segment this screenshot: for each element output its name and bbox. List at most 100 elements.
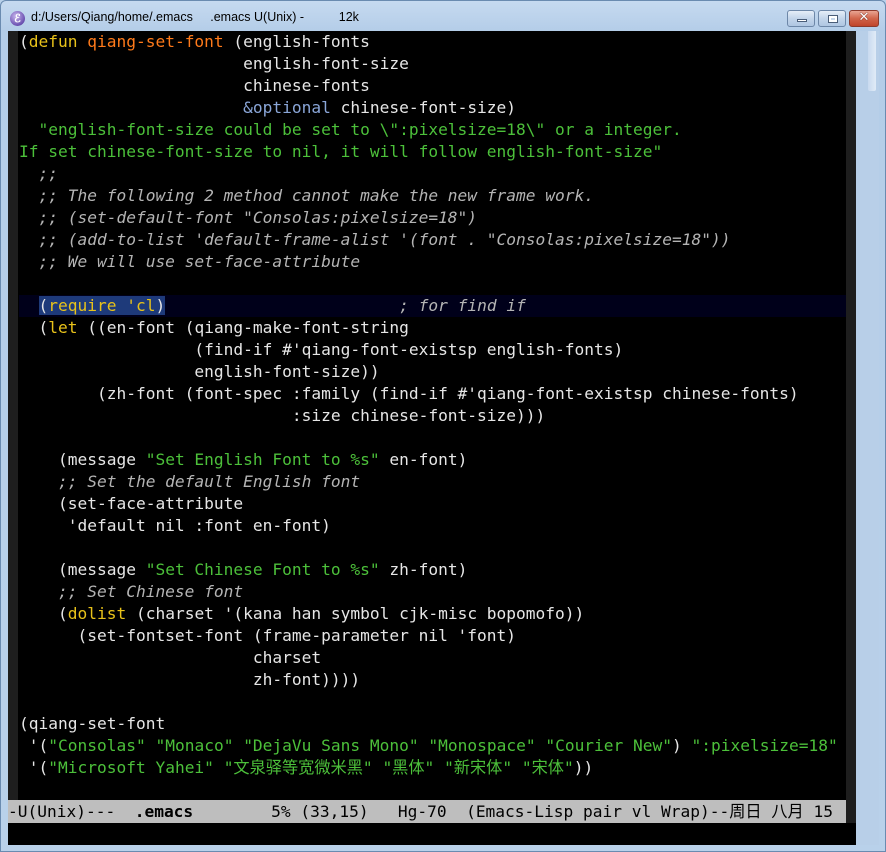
code-token: ;; We will use set-face-attribute <box>19 252 361 271</box>
title-buffer: .emacs U(Unix) - <box>210 10 305 24</box>
code-token: ((en-font (qiang-make-font-string <box>77 318 409 337</box>
code-line[interactable]: :size chinese-font-size))) <box>19 405 846 427</box>
code-line[interactable]: ;; (add-to-list 'default-frame-alist '(f… <box>19 229 846 251</box>
code-line[interactable]: (zh-font (font-spec :family (find-if #'q… <box>19 383 846 405</box>
code-line[interactable]: (set-fontset-font (frame-parameter nil '… <box>19 625 846 647</box>
code-line[interactable]: charset <box>19 647 846 669</box>
code-line[interactable]: english-font-size <box>19 53 846 75</box>
code-line[interactable]: (qiang-set-font <box>19 713 846 735</box>
code-line[interactable]: (defun qiang-set-font (english-fonts <box>19 31 846 53</box>
left-fringe <box>8 31 18 845</box>
code-line[interactable] <box>19 427 846 449</box>
maximize-button[interactable] <box>818 10 846 27</box>
code-token: english-font-size <box>19 54 409 73</box>
code-token: (set-face-attribute <box>19 494 244 513</box>
code-line[interactable] <box>19 691 846 713</box>
right-fringe <box>846 31 856 845</box>
code-token: ;; (set-default-font "Consolas:pixelsize… <box>19 208 478 227</box>
code-token: "DejaVu Sans Mono" <box>243 736 419 755</box>
emacs-window: ℰ d:/Users/Qiang/home/.emacs .emacs U(Un… <box>0 0 886 852</box>
code-line[interactable] <box>19 273 846 295</box>
code-token: zh-font)))) <box>19 670 361 689</box>
code-token: '( <box>19 758 49 777</box>
code-token: ( <box>19 604 68 623</box>
code-token: "Set English Font to %s" <box>145 450 380 469</box>
code-line[interactable]: (set-face-attribute <box>19 493 846 515</box>
code-token: &optional <box>243 98 331 117</box>
modeline-buffer-name: .emacs <box>134 802 194 821</box>
code-line[interactable]: ;; Set Chinese font <box>19 581 846 603</box>
code-line[interactable]: &optional chinese-font-size) <box>19 97 846 119</box>
code-token: "Courier New" <box>545 736 673 755</box>
code-token: let <box>48 318 78 337</box>
code-token: ( <box>19 32 29 51</box>
code-line[interactable]: If set chinese-font-size to nil, it will… <box>19 141 846 163</box>
modeline-position: 5% (33,15) Hg-70 (Emacs-Lisp pair vl Wra… <box>193 802 833 821</box>
code-token: ( <box>38 296 49 315</box>
code-token: ( <box>19 318 49 337</box>
code-token: If set chinese-font-size to nil, it will… <box>19 142 663 161</box>
code-line[interactable]: (let ((en-font (qiang-make-font-string <box>19 317 846 339</box>
code-line[interactable]: (message "Set Chinese Font to %s" zh-fon… <box>19 559 846 581</box>
code-token: "文泉驿等宽微米黑" <box>223 758 373 777</box>
code-token: "Monospace" <box>428 736 536 755</box>
code-line[interactable]: ;; Set the default English font <box>19 471 846 493</box>
code-line[interactable]: ;; The following 2 method cannot make th… <box>19 185 846 207</box>
code-token: :size chinese-font-size))) <box>19 406 546 425</box>
code-token: chinese-fonts <box>19 76 370 95</box>
code-token: 'cl <box>116 296 156 315</box>
emacs-frame: (defun qiang-set-font (english-fonts eng… <box>8 31 879 845</box>
code-line[interactable]: (message "Set English Font to %s" en-fon… <box>19 449 846 471</box>
current-code-line[interactable]: (require 'cl) ; for find if <box>19 295 846 317</box>
code-line[interactable] <box>19 537 846 559</box>
code-line[interactable]: ;; (set-default-font "Consolas:pixelsize… <box>19 207 846 229</box>
text-cursor <box>165 296 175 315</box>
code-line[interactable]: chinese-fonts <box>19 75 846 97</box>
code-token: zh-font) <box>379 560 468 579</box>
title-bar[interactable]: ℰ d:/Users/Qiang/home/.emacs .emacs U(Un… <box>1 1 885 33</box>
code-token: en-font) <box>379 450 468 469</box>
code-token: "Monaco" <box>155 736 234 755</box>
close-button[interactable]: ✕ <box>849 10 879 27</box>
code-token: "黑体" <box>382 758 435 777</box>
code-token: (message <box>19 560 146 579</box>
code-token: (find-if #'qiang-font-existsp english-fo… <box>19 340 624 359</box>
code-token: dolist <box>67 604 127 623</box>
scrollbar-thumb[interactable] <box>868 31 876 91</box>
code-line[interactable]: (find-if #'qiang-font-existsp english-fo… <box>19 339 846 361</box>
code-line[interactable]: ;; We will use set-face-attribute <box>19 251 846 273</box>
code-token: qiang-set-font <box>87 32 224 51</box>
maximize-icon <box>828 15 838 23</box>
code-token: ) <box>672 736 692 755</box>
code-line[interactable]: ;; <box>19 163 846 185</box>
minibuffer[interactable] <box>8 823 856 845</box>
code-line[interactable]: zh-font)))) <box>19 669 846 691</box>
code-line[interactable]: '("Consolas" "Monaco" "DejaVu Sans Mono"… <box>19 735 846 757</box>
code-token: (charset '(kana han symbol cjk-misc bopo… <box>126 604 585 623</box>
code-line[interactable]: (dolist (charset '(kana han symbol cjk-m… <box>19 603 846 625</box>
code-line[interactable]: english-font-size)) <box>19 361 846 383</box>
caption-buttons: ✕ <box>787 10 879 28</box>
buffer-text-area[interactable]: (defun qiang-set-font (english-fonts eng… <box>19 31 846 779</box>
minimize-icon <box>797 19 807 22</box>
vertical-scrollbar[interactable] <box>856 31 879 845</box>
code-token: "Set Chinese Font to %s" <box>145 560 380 579</box>
code-token: "Microsoft Yahei" <box>48 758 214 777</box>
code-token: ":pixelsize=18" <box>691 736 838 755</box>
code-line[interactable]: 'default nil :font en-font) <box>19 515 846 537</box>
code-token: )) <box>573 758 594 777</box>
code-line[interactable]: "english-font-size could be set to \":pi… <box>19 119 846 141</box>
code-token: "新宋体" <box>444 758 513 777</box>
code-line[interactable]: '("Microsoft Yahei" "文泉驿等宽微米黑" "黑体" "新宋体… <box>19 757 846 779</box>
code-token: (qiang-set-font <box>19 714 166 733</box>
code-token: ;; The following 2 method cannot make th… <box>19 186 594 205</box>
minimize-button[interactable] <box>787 10 815 27</box>
